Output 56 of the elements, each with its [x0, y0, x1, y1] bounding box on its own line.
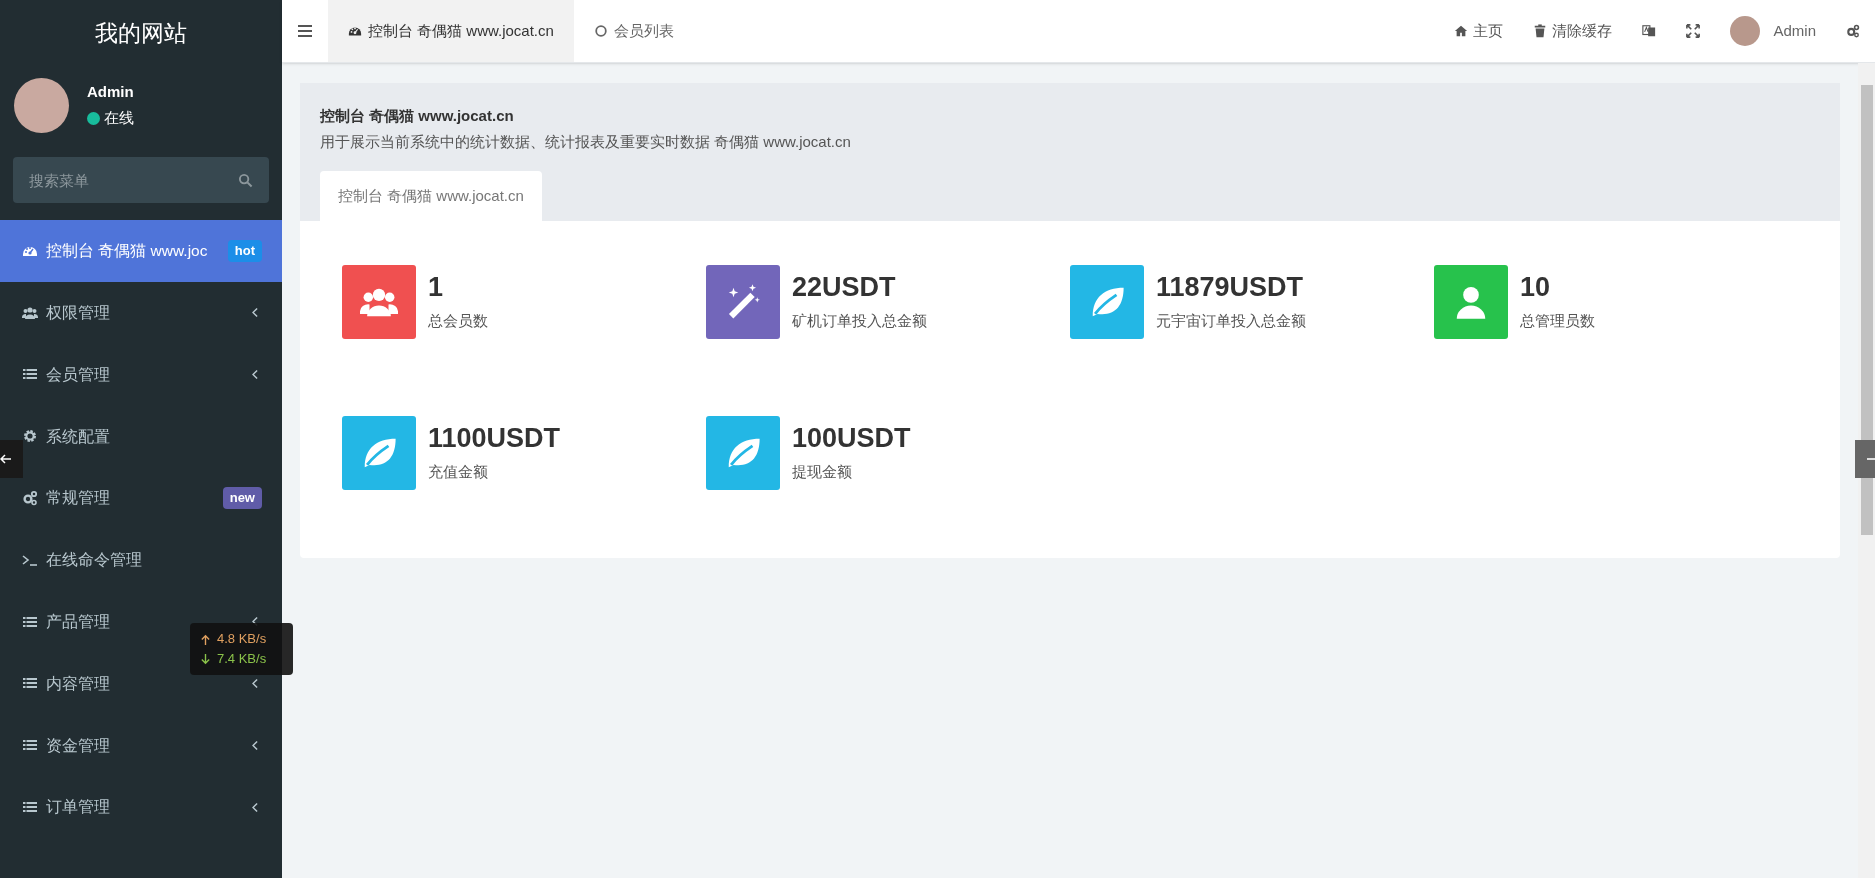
up-arrow-icon — [200, 633, 211, 645]
stat-value: 22USDT — [792, 271, 897, 302]
gears-icon — [22, 490, 38, 507]
menu-item[interactable]: 产品管理 — [22, 610, 110, 634]
menu-item[interactable]: 权限管理 — [22, 301, 110, 325]
user-status: 在线 — [104, 108, 134, 128]
user-name: Admin — [87, 81, 134, 102]
stat-label: 提现金额 — [792, 461, 853, 482]
toolbar-link[interactable]: 清除缓存 — [1518, 0, 1628, 62]
stat-value: 100USDT — [792, 422, 911, 453]
toolbar-link[interactable]: Admin — [1715, 0, 1831, 62]
trash-icon — [1533, 24, 1548, 38]
site-title: 我的网站 — [94, 18, 188, 48]
stat-label: 充值金额 — [428, 461, 489, 482]
menu-item[interactable]: 常规管理 — [22, 486, 110, 510]
menu-badge: new — [222, 487, 262, 509]
menu-icon — [298, 25, 312, 37]
stat-value: 11879USDT — [1156, 271, 1305, 302]
download-speed: 7.4 KB/s — [217, 650, 267, 668]
menu-item[interactable]: 内容管理 — [22, 671, 110, 696]
user-avatar — [14, 77, 69, 133]
expand-handle[interactable] — [1855, 440, 1875, 478]
menu-item[interactable]: 在线命令管理 — [22, 548, 142, 572]
stat-label: 元宇宙订单投入总金额 — [1156, 310, 1306, 331]
down-arrow-icon — [200, 653, 211, 665]
home-icon — [1454, 24, 1469, 38]
circle-icon — [593, 24, 608, 38]
panel-tab[interactable]: 控制台 奇偶猫 www.jocat.cn — [320, 171, 542, 221]
page-tab[interactable]: 会员列表 — [573, 0, 694, 62]
page-description: 用于展示当前系统中的统计数据、统计报表及重要实时数据 奇偶猫 www.jocat.cn — [320, 131, 852, 152]
menu-item[interactable]: 资金管理 — [22, 733, 110, 757]
gears-icon — [1846, 24, 1860, 38]
stat-label: 总会员数 — [428, 310, 488, 331]
fullscreen-icon — [1686, 24, 1701, 38]
page-tab[interactable]: 控制台 奇偶猫 www.jocat.cn — [328, 0, 574, 62]
settings-icon — [22, 428, 38, 445]
stat-label: 矿机订单投入总金额 — [792, 310, 927, 331]
menu-item[interactable]: 系统配置 — [22, 424, 110, 448]
toolbar-link[interactable]: 主页 — [1439, 0, 1519, 62]
menu-item[interactable]: 订单管理 — [22, 795, 110, 819]
search-icon — [238, 173, 253, 188]
menu-badge: hot — [227, 240, 262, 262]
stat-label: 总管理员数 — [1520, 310, 1595, 331]
search-field[interactable]: 搜索菜单 — [13, 157, 269, 203]
collapse-handle[interactable] — [0, 440, 23, 478]
scrollbar[interactable] — [1858, 63, 1875, 878]
page-title: 控制台 奇偶猫 www.jocat.cn — [320, 106, 515, 126]
stat-value: 10 — [1520, 271, 1552, 302]
upload-speed: 4.8 KB/s — [217, 630, 267, 648]
translate-icon — [1642, 24, 1657, 38]
menu-item[interactable]: 控制台 奇偶猫 www.joc hot — [0, 220, 282, 282]
users-icon — [22, 304, 38, 321]
menu-item[interactable]: 会员管理 — [22, 362, 110, 387]
user-avatar — [1730, 16, 1761, 46]
stat-value: 1100USDT — [428, 422, 561, 453]
stat-value: 1 — [428, 271, 445, 302]
